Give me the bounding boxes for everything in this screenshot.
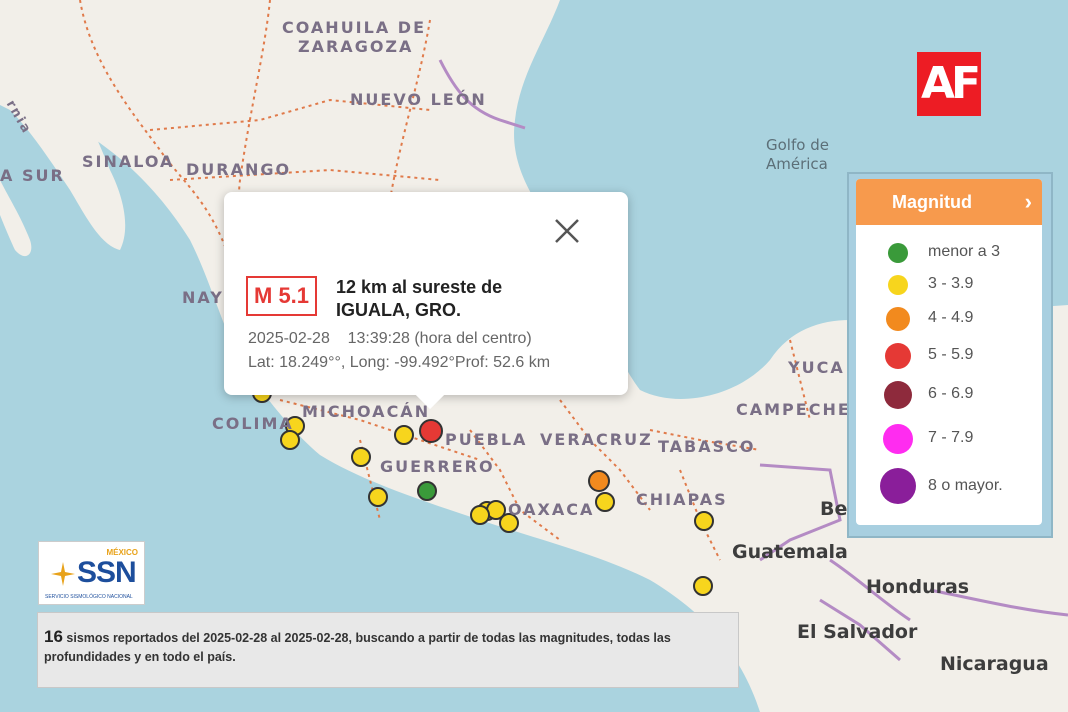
legend-label: 7 - 7.9 <box>928 429 974 446</box>
legend-dot <box>883 424 913 454</box>
legend-item: 8 o mayor. <box>856 468 1042 504</box>
legend-dot <box>888 243 908 263</box>
sea-label: Golfo de América <box>766 136 829 173</box>
country-label: Be <box>820 498 848 520</box>
quake-popup: M 5.1 12 km al sureste de IGUALA, GRO. 2… <box>224 192 628 410</box>
quake-marker[interactable] <box>394 425 414 445</box>
quake-marker[interactable] <box>470 505 490 525</box>
country-label: Honduras <box>866 576 970 598</box>
country-label: Guatemala <box>732 541 848 563</box>
location-line-2: IGUALA, GRO. <box>336 300 461 320</box>
country-label: El Salvador <box>797 621 918 643</box>
state-label: CAMPECHE <box>736 400 851 419</box>
legend-item: 4 - 4.9 <box>856 303 1042 333</box>
ssn-name: SSN <box>77 556 137 589</box>
state-label: COLIMA <box>212 414 294 433</box>
close-icon[interactable] <box>552 216 582 246</box>
legend-title: Magnitud <box>892 192 972 212</box>
legend-label: 5 - 5.9 <box>928 346 974 363</box>
legend-item: 3 - 3.9 <box>856 269 1042 299</box>
state-label: SINALOA <box>82 152 175 171</box>
quake-marker[interactable] <box>417 481 437 501</box>
legend-item: 5 - 5.9 <box>856 340 1042 370</box>
state-label: YUCA <box>788 358 845 377</box>
legend-label: 3 - 3.9 <box>928 275 974 292</box>
legend-dot <box>884 381 912 409</box>
star-icon <box>51 562 75 586</box>
quake-marker[interactable] <box>694 511 714 531</box>
summary-description: sismos reportados del 2025-02-28 al 2025… <box>44 631 671 664</box>
state-label: MICHOACÁN <box>302 402 431 421</box>
quake-marker[interactable] <box>595 492 615 512</box>
quake-marker[interactable] <box>351 447 371 467</box>
quake-marker[interactable] <box>419 419 443 443</box>
state-label: ZARAGOZA <box>298 37 414 56</box>
legend-item: menor a 3 <box>856 237 1042 267</box>
magnitude-badge: M 5.1 <box>246 276 318 316</box>
state-label: NUEVO LEÓN <box>350 90 487 109</box>
legend-label: 6 - 6.9 <box>928 385 974 402</box>
state-label: TABASCO <box>658 437 756 456</box>
quake-coordinates: Lat: 18.249°°, Long: -99.492°Prof: 52.6 … <box>248 354 551 371</box>
legend-dot <box>880 468 916 504</box>
legend-label: menor a 3 <box>928 243 1001 260</box>
magnitude-legend: Magnitud › menor a 3 3 - 3.9 4 - 4.9 5 -… <box>847 172 1053 538</box>
location-line-1: 12 km al sureste de <box>336 277 503 297</box>
legend-item: 6 - 6.9 <box>856 379 1042 409</box>
summary-panel: 16 sismos reportados del 2025-02-28 al 2… <box>37 612 739 688</box>
legend-dot <box>888 275 908 295</box>
ssn-logo: MÉXICO SSN SERVICIO SISMOLÓGICO NACIONAL <box>38 541 145 605</box>
legend-dot <box>886 307 910 331</box>
legend-label: 4 - 4.9 <box>928 309 974 326</box>
summary-text: 16 sismos reportados del 2025-02-28 al 2… <box>44 627 734 667</box>
legend-label: 8 o mayor. <box>928 477 1003 494</box>
quake-marker[interactable] <box>280 430 300 450</box>
state-label: COAHUILA DE <box>282 18 426 37</box>
state-label: NAY <box>182 288 224 307</box>
legend-header[interactable]: Magnitud › <box>856 179 1042 225</box>
quake-marker[interactable] <box>368 487 388 507</box>
state-label: CHIAPAS <box>636 490 728 509</box>
state-label: VERACRUZ <box>540 430 653 449</box>
state-label: GUERRERO <box>380 457 495 476</box>
quake-marker[interactable] <box>693 576 713 596</box>
quake-datetime: 2025-02-28 13:39:28 (hora del centro) <box>248 330 532 347</box>
chevron-right-icon[interactable]: › <box>1025 179 1032 225</box>
af-logo: AF <box>917 52 981 116</box>
state-label: OAXACA <box>508 500 595 519</box>
legend-dot <box>885 343 911 369</box>
quake-marker[interactable] <box>588 470 610 492</box>
region-label: A SUR <box>0 166 65 185</box>
state-label: DURANGO <box>186 160 292 179</box>
country-label: Nicaragua <box>940 653 1049 675</box>
quake-location: 12 km al sureste de IGUALA, GRO. <box>336 276 502 322</box>
legend-item: 7 - 7.9 <box>856 423 1042 454</box>
quake-count: 16 <box>44 627 63 646</box>
ssn-subtitle: SERVICIO SISMOLÓGICO NACIONAL <box>45 594 133 600</box>
state-label: PUEBLA <box>445 430 528 449</box>
